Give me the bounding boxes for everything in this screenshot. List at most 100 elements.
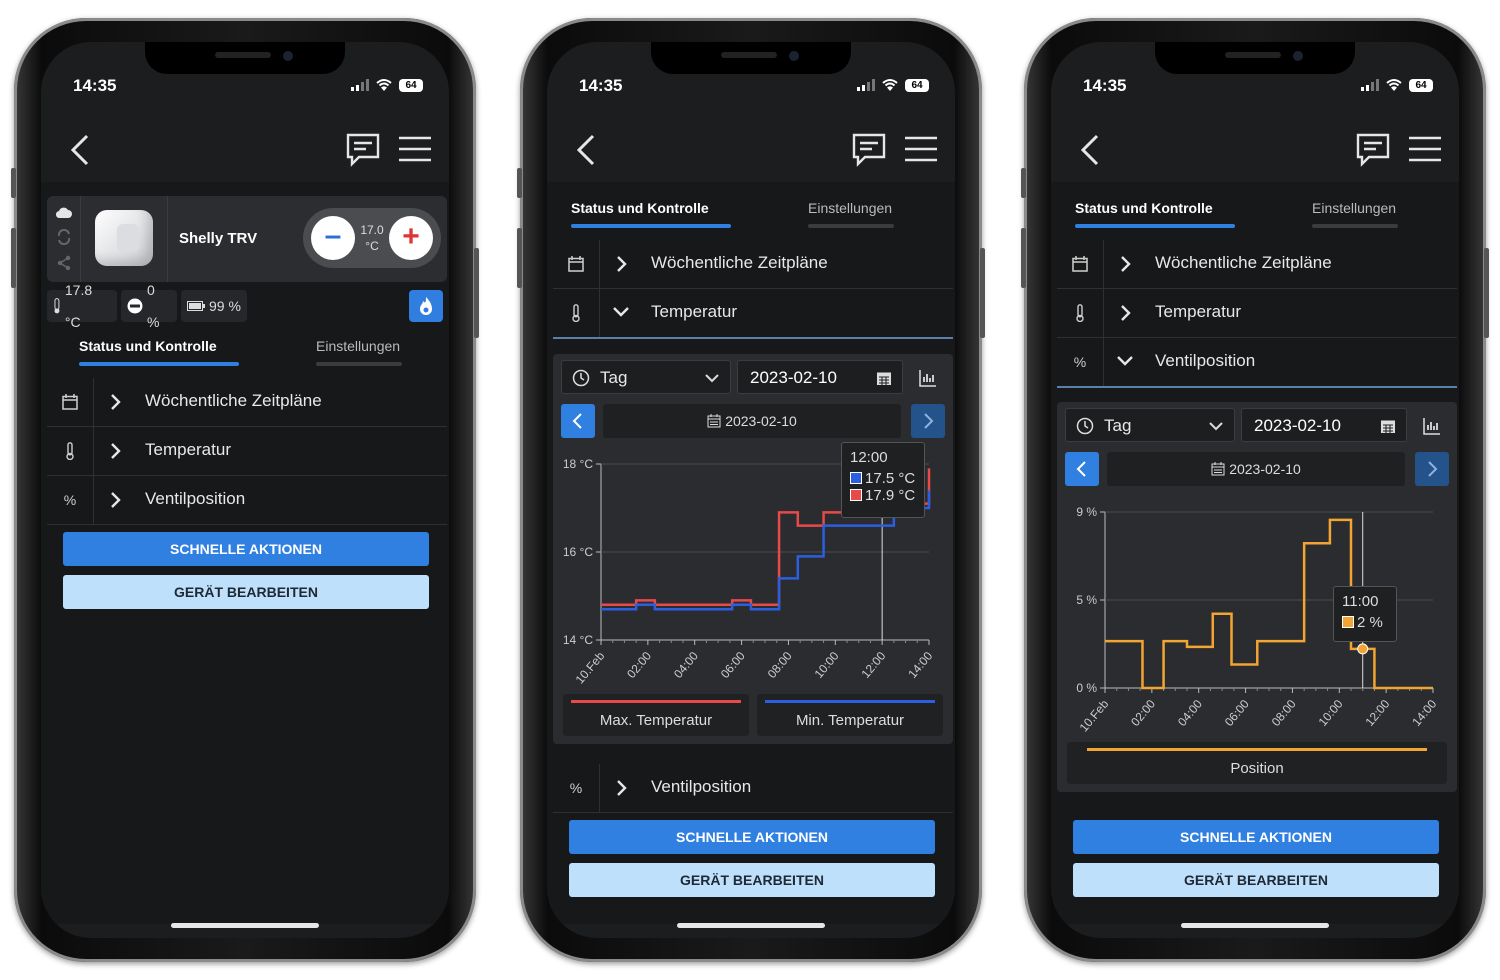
- back-arrow-icon[interactable]: [571, 132, 601, 168]
- signal-icon: [857, 79, 875, 91]
- section-label: Temperatur: [1155, 302, 1241, 321]
- hamburger-menu-icon[interactable]: [399, 136, 431, 162]
- previous-day-button[interactable]: [561, 404, 595, 438]
- chart-type-icon[interactable]: [911, 364, 945, 392]
- thermometer-icon: [1076, 304, 1084, 322]
- quick-actions-button[interactable]: SCHNELLE AKTIONEN: [63, 532, 429, 566]
- x-tick-label: 10.Feb: [573, 649, 608, 687]
- chevron-down-icon: [1209, 422, 1223, 431]
- temperature-value: 17.8 °C: [64, 282, 93, 330]
- status-bar: 14:35 64: [41, 76, 449, 96]
- back-arrow-icon[interactable]: [1075, 132, 1105, 168]
- battery-icon: 64: [905, 78, 929, 92]
- section-valve-position[interactable]: % Ventilposition: [1057, 338, 1457, 388]
- x-tick-label: 12:00: [1362, 697, 1392, 729]
- edit-device-button[interactable]: GERÄT BEARBEITEN: [1073, 863, 1439, 897]
- screen-3: 14:35 64 Status und Kontrolle Einstellun…: [1051, 42, 1459, 938]
- chevron-left-icon: [572, 413, 582, 429]
- x-tick-label: 14:00: [1409, 697, 1439, 729]
- section-label: Temperatur: [651, 302, 737, 321]
- valve-position-chart[interactable]: 9 % 5 % 0 % 10.Feb 02:00 04:00 06:00 08:00 10:00…: [1057, 496, 1457, 736]
- wifi-icon: [882, 79, 898, 91]
- chevron-right-icon: [1428, 461, 1438, 477]
- clock: 14:35: [579, 76, 623, 95]
- section-label: Ventilposition: [1155, 351, 1256, 370]
- chart-type-icon[interactable]: [1415, 412, 1449, 440]
- quick-actions-button[interactable]: SCHNELLE AKTIONEN: [1073, 820, 1439, 854]
- hover-point: [1357, 643, 1369, 655]
- x-tick-label: 10:00: [812, 649, 842, 681]
- chat-icon[interactable]: [1355, 132, 1391, 168]
- period-select[interactable]: Tag: [1065, 408, 1235, 442]
- x-tick-label: 06:00: [1222, 697, 1252, 729]
- phone-frame-3: 14:35 64 Status und Kontrolle Einstellun…: [1021, 18, 1489, 962]
- temperature-chart-panel: Tag 2023-02-10 2023-02-10 18 °C 16 °C 14 °…: [553, 354, 953, 744]
- decrease-temperature-button[interactable]: –: [311, 216, 355, 260]
- tooltip-time: 11:00: [1342, 593, 1379, 610]
- screen-2: 14:35 64 Status und Kontrolle Einstellun…: [547, 42, 955, 938]
- signal-icon: [351, 79, 369, 91]
- device-name: Shelly TRV: [179, 230, 258, 247]
- back-arrow-icon[interactable]: [65, 132, 95, 168]
- thermometer-icon: [66, 442, 74, 460]
- phone-frame-1: 14:35 64 Shelly TRV – 17.0 °C + 17.8 °C …: [11, 18, 479, 962]
- home-indicator[interactable]: [677, 923, 825, 928]
- section-temperature[interactable]: Temperatur: [1057, 289, 1457, 338]
- section-temperature[interactable]: Temperatur: [47, 427, 447, 476]
- battery-icon: 64: [399, 78, 423, 92]
- home-indicator[interactable]: [171, 923, 319, 928]
- section-valve-position[interactable]: % Ventilposition: [47, 476, 447, 525]
- chat-icon[interactable]: [345, 132, 381, 168]
- section-weekly-schedules[interactable]: Wöchentliche Zeitpläne: [47, 378, 447, 427]
- next-day-button[interactable]: [911, 404, 945, 438]
- previous-day-button[interactable]: [1065, 452, 1099, 486]
- edit-device-button[interactable]: GERÄT BEARBEITEN: [63, 575, 429, 609]
- x-tick-label: 10.Feb: [1077, 697, 1112, 735]
- battery-chip: 99 %: [181, 290, 247, 322]
- boost-button[interactable]: [409, 290, 443, 322]
- tab-status[interactable]: Status und Kontrolle: [571, 200, 709, 216]
- section-label: Wöchentliche Zeitpläne: [1155, 253, 1332, 272]
- legend-position[interactable]: Position: [1067, 742, 1447, 784]
- edit-device-button[interactable]: GERÄT BEARBEITEN: [569, 863, 935, 897]
- x-tick-label: 04:00: [1175, 697, 1205, 729]
- section-weekly-schedules[interactable]: Wöchentliche Zeitpläne: [1057, 240, 1457, 289]
- section-valve-position[interactable]: % Ventilposition: [553, 764, 953, 813]
- tab-settings[interactable]: Einstellungen: [316, 338, 400, 354]
- x-tick-label: 12:00: [858, 649, 888, 681]
- chat-icon[interactable]: [851, 132, 887, 168]
- phone-frame-2: 14:35 64 Status und Kontrolle Einstellun…: [517, 18, 985, 962]
- y-tick-label: 16 °C: [563, 545, 593, 559]
- date-input[interactable]: 2023-02-10: [737, 360, 903, 394]
- period-select[interactable]: Tag: [561, 360, 731, 394]
- wifi-icon: [1386, 79, 1402, 91]
- next-day-button[interactable]: [1415, 452, 1449, 486]
- increase-temperature-button[interactable]: +: [389, 216, 433, 260]
- calendar-icon: [1211, 462, 1225, 476]
- date-value: 2023-02-10: [1254, 416, 1341, 435]
- hamburger-menu-icon[interactable]: [1409, 136, 1441, 162]
- section-weekly-schedules[interactable]: Wöchentliche Zeitpläne: [553, 240, 953, 289]
- valve-chart-panel: Tag 2023-02-10 2023-02-10 9 % 5 % 0 % 10.Fe…: [1057, 402, 1457, 792]
- section-temperature[interactable]: Temperatur: [553, 289, 953, 339]
- hamburger-menu-icon[interactable]: [905, 136, 937, 162]
- quick-actions-button[interactable]: SCHNELLE AKTIONEN: [569, 820, 935, 854]
- tab-settings[interactable]: Einstellungen: [1312, 200, 1396, 216]
- clock-icon: [1076, 417, 1094, 435]
- tab-status[interactable]: Status und Kontrolle: [1075, 200, 1213, 216]
- date-input[interactable]: 2023-02-10: [1241, 408, 1407, 442]
- x-tick-label: 08:00: [1269, 697, 1299, 729]
- home-indicator[interactable]: [1181, 923, 1329, 928]
- legend-min-temperature[interactable]: Min. Temperatur: [757, 694, 943, 736]
- calendar-icon: [1072, 256, 1088, 272]
- chevron-right-icon: [1121, 305, 1131, 321]
- section-label: Wöchentliche Zeitpläne: [145, 391, 322, 410]
- battery-icon: [187, 301, 205, 311]
- date-value: 2023-02-10: [750, 368, 837, 387]
- section-label: Temperatur: [145, 440, 231, 459]
- legend-max-temperature[interactable]: Max. Temperatur: [563, 694, 749, 736]
- percent-icon: %: [1057, 338, 1104, 386]
- device-image: [83, 196, 168, 282]
- tab-status[interactable]: Status und Kontrolle: [79, 338, 217, 354]
- tab-settings[interactable]: Einstellungen: [808, 200, 892, 216]
